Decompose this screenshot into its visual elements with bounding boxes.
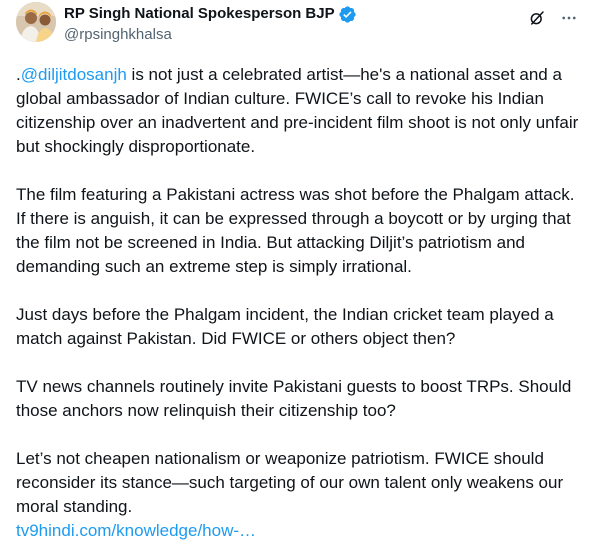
tweet-paragraph-3: Just days before the Phalgam incident, t… [16, 305, 554, 348]
tweet-paragraph-2: The film featuring a Pakistani actress w… [16, 185, 575, 276]
article-link[interactable]: tv9hindi.com/knowledge/how-… [16, 521, 256, 540]
author-handle[interactable]: @rpsinghkhalsa [64, 25, 577, 45]
verified-badge-icon[interactable] [338, 5, 357, 24]
tweet-top-actions [527, 8, 579, 28]
tweet: RP Singh National Spokesperson BJP @rpsi… [0, 0, 593, 555]
tweet-paragraph-5: Let’s not cheapen nationalism or weaponi… [16, 449, 564, 516]
tweet-header: RP Singh National Spokesperson BJP @rpsi… [64, 4, 577, 48]
author-display-name[interactable]: RP Singh National Spokesperson BJP [64, 4, 335, 24]
profile-photo-icon [16, 2, 56, 42]
mention-link[interactable]: @diljitdosanjh [21, 65, 127, 84]
more-options-icon[interactable] [559, 8, 579, 28]
author-avatar[interactable] [16, 2, 56, 42]
name-row: RP Singh National Spokesperson BJP [64, 4, 577, 24]
tweet-paragraph-4: TV news channels routinely invite Pakist… [16, 377, 572, 420]
tweet-paragraph-1: .@diljitdosanjh is not just a celebrated… [16, 63, 584, 159]
tweet-text: .@diljitdosanjh is not just a celebrated… [16, 63, 584, 543]
grok-icon[interactable] [527, 8, 547, 28]
